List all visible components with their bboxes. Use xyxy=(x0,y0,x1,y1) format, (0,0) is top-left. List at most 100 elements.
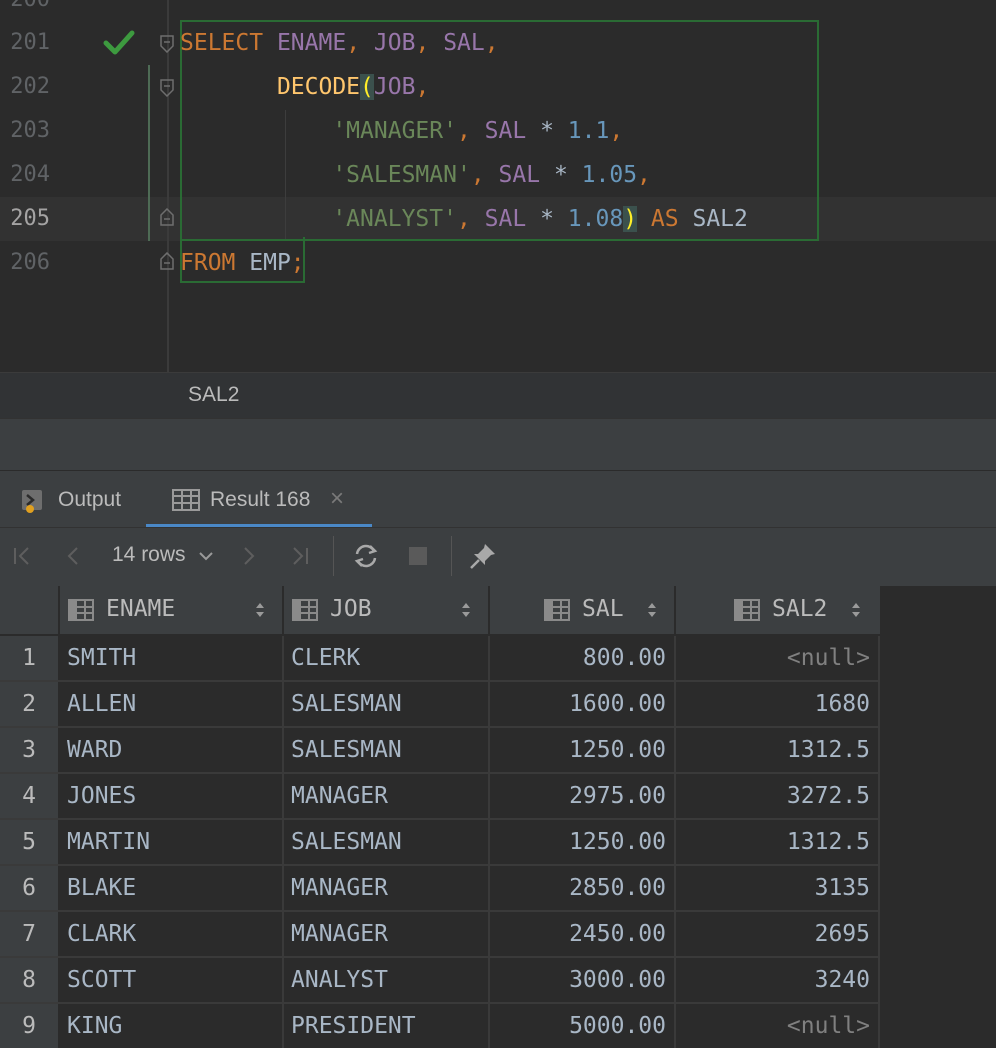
sort-icon[interactable] xyxy=(850,600,862,620)
results-tab-bar: Output Result 168 × xyxy=(0,470,996,528)
chevron-down-icon[interactable] xyxy=(198,550,214,562)
cell-sal2[interactable]: 1312.5 xyxy=(676,820,880,864)
cell-sal[interactable]: 1250.00 xyxy=(490,728,676,772)
cell-sal[interactable]: 5000.00 xyxy=(490,1004,676,1048)
cell-ename[interactable]: KING xyxy=(60,1004,284,1048)
cell-sal[interactable]: 1250.00 xyxy=(490,820,676,864)
cell-job[interactable]: ANALYST xyxy=(284,958,490,1002)
code-line: 'MANAGER', SAL * 1.1, xyxy=(332,118,624,144)
last-page-icon[interactable] xyxy=(284,541,314,571)
line-number: 200 xyxy=(0,0,50,22)
column-header-label: JOB xyxy=(330,596,372,622)
prev-page-icon[interactable] xyxy=(58,541,88,571)
toolbar-separator xyxy=(333,536,334,576)
cell-sal2[interactable]: <null> xyxy=(676,636,880,680)
column-header-ename[interactable]: ENAME xyxy=(60,586,284,634)
table-row[interactable]: 8 SCOTT ANALYST 3000.00 3240 xyxy=(0,958,880,1002)
first-page-icon[interactable] xyxy=(8,541,38,571)
cell-job[interactable]: MANAGER xyxy=(284,774,490,818)
column-icon xyxy=(292,599,318,621)
column-header-sal[interactable]: SAL xyxy=(490,586,676,634)
code-line: 'ANALYST', SAL * 1.08) AS SAL2 xyxy=(332,206,748,232)
code-line: DECODE(JOB, xyxy=(276,74,430,100)
column-header-job[interactable]: JOB xyxy=(284,586,490,634)
fold-end-icon[interactable] xyxy=(159,208,175,226)
pin-icon[interactable] xyxy=(468,541,498,571)
cell-sal[interactable]: 3000.00 xyxy=(490,958,676,1002)
output-icon xyxy=(22,490,42,513)
refresh-icon[interactable] xyxy=(351,541,381,571)
table-row[interactable]: 3 WARD SALESMAN 1250.00 1312.5 xyxy=(0,728,880,772)
line-number: 203 xyxy=(10,118,50,143)
cell-job[interactable]: SALESMAN xyxy=(284,728,490,772)
breadcrumb-item[interactable]: SAL2 xyxy=(188,383,239,407)
cell-sal[interactable]: 2975.00 xyxy=(490,774,676,818)
table-row[interactable]: 2 ALLEN SALESMAN 1600.00 1680 xyxy=(0,682,880,726)
fold-marker-icon[interactable] xyxy=(159,79,175,97)
stop-icon[interactable] xyxy=(403,541,433,571)
cell-sal2[interactable]: 3272.5 xyxy=(676,774,880,818)
line-number: 201 xyxy=(10,30,50,55)
sql-editor[interactable]: 200 201 202 203 204 205 206 SELECT ENAME… xyxy=(0,0,996,372)
row-number: 3 xyxy=(0,728,58,772)
results-grid[interactable]: ENAME JOB SAL SAL2 1 SMITH CLERK 800.00 … xyxy=(0,586,996,1048)
cell-sal2[interactable]: 1312.5 xyxy=(676,728,880,772)
tab-result[interactable]: Result 168 × xyxy=(146,471,372,528)
sort-icon[interactable] xyxy=(460,600,472,620)
cell-sal2[interactable]: 2695 xyxy=(676,912,880,956)
row-number: 4 xyxy=(0,774,58,818)
cell-job[interactable]: CLERK xyxy=(284,636,490,680)
cell-job[interactable]: MANAGER xyxy=(284,866,490,910)
fold-marker-icon[interactable] xyxy=(159,35,175,53)
execution-success-icon xyxy=(103,30,135,55)
toolbar-separator xyxy=(451,536,452,576)
close-icon[interactable]: × xyxy=(330,485,344,513)
cell-sal2[interactable]: <null> xyxy=(676,1004,880,1048)
cell-ename[interactable]: JONES xyxy=(60,774,284,818)
table-row[interactable]: 9 KING PRESIDENT 5000.00 <null> xyxy=(0,1004,880,1048)
row-count-selector[interactable]: 14 rows xyxy=(112,543,186,567)
line-number: 206 xyxy=(10,250,50,275)
cell-sal2[interactable]: 3240 xyxy=(676,958,880,1002)
cell-ename[interactable]: SMITH xyxy=(60,636,284,680)
cell-sal[interactable]: 2450.00 xyxy=(490,912,676,956)
next-page-icon[interactable] xyxy=(234,541,264,571)
table-row[interactable]: 1 SMITH CLERK 800.00 <null> xyxy=(0,636,880,680)
tab-output[interactable]: Output xyxy=(0,471,146,528)
sort-icon[interactable] xyxy=(646,600,658,620)
line-number: 205 xyxy=(10,206,50,231)
cell-sal2[interactable]: 1680 xyxy=(676,682,880,726)
column-header-label: SAL2 xyxy=(772,596,828,622)
cell-job[interactable]: PRESIDENT xyxy=(284,1004,490,1048)
cell-job[interactable]: SALESMAN xyxy=(284,682,490,726)
table-row[interactable]: 6 BLAKE MANAGER 2850.00 3135 xyxy=(0,866,880,910)
tab-result-label: Result 168 xyxy=(210,488,311,511)
cell-sal[interactable]: 1600.00 xyxy=(490,682,676,726)
code-line: FROM EMP; xyxy=(180,250,305,276)
cell-job[interactable]: SALESMAN xyxy=(284,820,490,864)
row-number: 6 xyxy=(0,866,58,910)
cell-ename[interactable]: WARD xyxy=(60,728,284,772)
column-header-label: SAL xyxy=(582,596,624,622)
row-number-header xyxy=(0,586,60,634)
cell-sal[interactable]: 800.00 xyxy=(490,636,676,680)
cell-ename[interactable]: ALLEN xyxy=(60,682,284,726)
sort-icon[interactable] xyxy=(254,600,266,620)
cell-sal[interactable]: 2850.00 xyxy=(490,866,676,910)
column-header-sal2[interactable]: SAL2 xyxy=(676,586,882,634)
cell-job[interactable]: MANAGER xyxy=(284,912,490,956)
fold-end-icon[interactable] xyxy=(159,252,175,270)
cell-sal2[interactable]: 3135 xyxy=(676,866,880,910)
table-row[interactable]: 4 JONES MANAGER 2975.00 3272.5 xyxy=(0,774,880,818)
cell-ename[interactable]: MARTIN xyxy=(60,820,284,864)
table-row[interactable]: 5 MARTIN SALESMAN 1250.00 1312.5 xyxy=(0,820,880,864)
column-icon xyxy=(734,599,760,621)
table-row[interactable]: 7 CLARK MANAGER 2450.00 2695 xyxy=(0,912,880,956)
cell-ename[interactable]: SCOTT xyxy=(60,958,284,1002)
row-number: 9 xyxy=(0,1004,58,1048)
cell-ename[interactable]: BLAKE xyxy=(60,866,284,910)
panel-divider[interactable] xyxy=(0,418,996,471)
table-header: ENAME JOB SAL SAL2 xyxy=(0,586,882,634)
cell-ename[interactable]: CLARK xyxy=(60,912,284,956)
column-icon xyxy=(68,599,94,621)
